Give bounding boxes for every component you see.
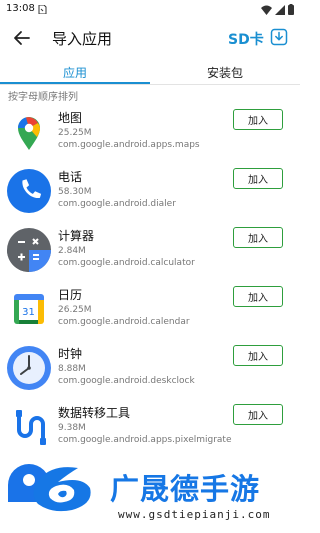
app-size: 2.84M (58, 246, 86, 256)
add-button[interactable]: 加入 (233, 227, 283, 248)
back-arrow-icon[interactable] (12, 28, 32, 48)
add-button[interactable]: 加入 (233, 345, 283, 366)
list-item: 电话 58.30M com.google.android.dialer 加入 (0, 162, 300, 220)
app-package: com.google.android.dialer (58, 199, 176, 209)
watermark: 广晟德手游 www.gsdtiepianji.com (0, 458, 300, 533)
app-package: com.google.android.calculator (58, 258, 195, 268)
app-size: 8.88M (58, 364, 86, 374)
app-name: 时钟 (58, 347, 83, 361)
app-size: 26.25M (58, 305, 92, 315)
download-icon[interactable] (270, 28, 288, 46)
clock-icon (7, 346, 51, 390)
app-name: 地图 (58, 111, 83, 125)
app-package: com.google.android.deskclock (58, 376, 195, 386)
calendar-icon: 31 (14, 294, 44, 324)
tab-divider (0, 84, 300, 85)
battery-icon (288, 4, 294, 15)
app-package: com.google.android.apps.maps (58, 140, 200, 150)
add-button[interactable]: 加入 (233, 109, 283, 130)
status-time: 13:08 (6, 3, 35, 14)
wifi-icon (261, 5, 272, 15)
app-size: 58.30M (58, 187, 92, 197)
tab-bar: 应用 安装包 (0, 60, 300, 85)
add-button[interactable]: 加入 (233, 404, 283, 425)
data-transfer-icon (16, 410, 46, 445)
watermark-text: 广晟德手游 (110, 472, 261, 506)
list-item: 时钟 8.88M com.google.android.deskclock 加入 (0, 339, 300, 397)
list-item: 31 日历 26.25M com.google.android.calendar… (0, 280, 300, 338)
status-bar: 13:08 (0, 0, 300, 20)
app-size: 9.38M (58, 423, 86, 433)
watermark-logo (33, 467, 91, 512)
app-name: 电话 (58, 170, 83, 184)
page-title: 导入应用 (52, 30, 113, 48)
app-name: 数据转移工具 (58, 406, 131, 420)
app-package: com.google.android.calendar (58, 317, 190, 327)
add-button[interactable]: 加入 (233, 286, 283, 307)
add-button[interactable]: 加入 (233, 168, 283, 189)
sim-card-icon (38, 5, 47, 14)
app-package: com.google.android.apps.pixelmigrate (58, 435, 232, 445)
calendar-day-number: 31 (22, 307, 35, 318)
calculator-icon (7, 228, 51, 272)
sort-label: 按字母顺序排列 (8, 92, 78, 103)
phone-icon (7, 169, 51, 213)
app-name: 计算器 (58, 229, 95, 243)
tab-install-packages[interactable]: 安装包 (207, 64, 243, 81)
watermark-url: www.gsdtiepianji.com (118, 508, 271, 521)
list-item: 计算器 2.84M com.google.android.calculator … (0, 221, 300, 279)
list-item: 数据转移工具 9.38M com.google.android.apps.pix… (0, 398, 300, 456)
tab-apps[interactable]: 应用 (63, 64, 87, 81)
signal-icon (275, 4, 285, 15)
app-name: 日历 (58, 288, 83, 302)
app-header: 导入应用 SD卡 (0, 20, 300, 58)
list-item: 地图 25.25M com.google.android.apps.maps 加… (0, 103, 300, 161)
maps-icon (17, 117, 40, 150)
app-size: 25.25M (58, 128, 92, 138)
sd-card-button[interactable]: SD卡 (228, 29, 264, 49)
